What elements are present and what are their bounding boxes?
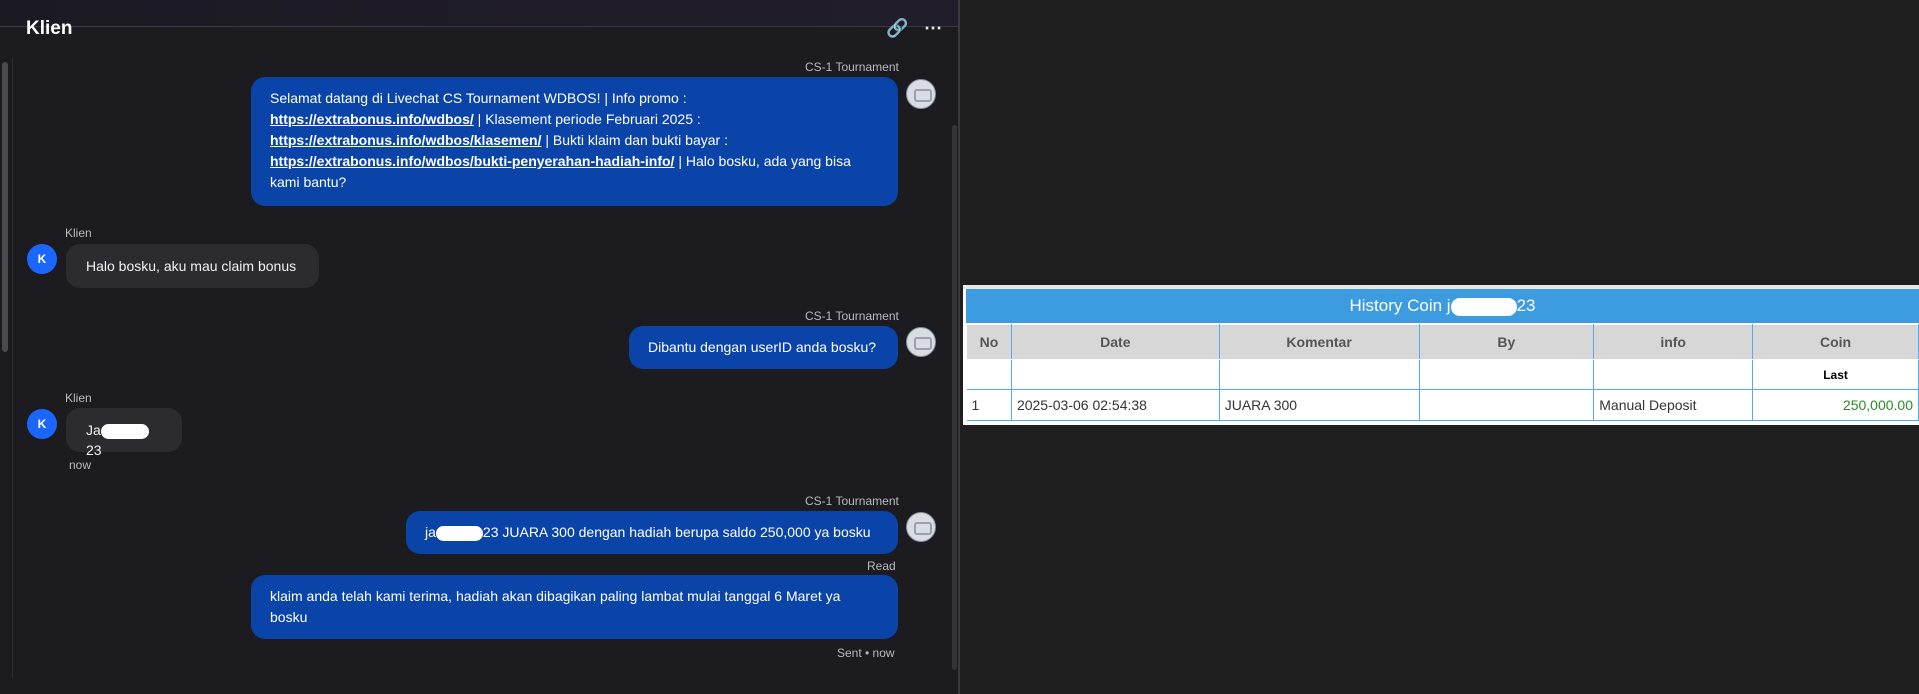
agent-message-bubble: ja 23 JUARA 300 dengan hadiah berupa sald… [406,511,898,554]
column-header-by[interactable]: By [1418,324,1595,360]
chat-title: Klien [26,18,73,39]
cell-no: 1 [966,389,1012,421]
agent-message-bubble: Selamat datang di Livechat CS Tournament… [251,77,898,206]
agent-avatar [906,327,936,357]
column-header-no[interactable]: No [966,324,1012,360]
redaction-mask [435,525,483,541]
klasemen-link[interactable]: https://extrabonus.info/wdbos/klasemen/ [270,132,541,148]
promo-link[interactable]: https://extrabonus.info/wdbos/ [270,111,474,127]
message-text: klaim anda telah kami terima, hadiah aka… [270,588,841,625]
redaction-mask [100,423,149,439]
message-text: Dibantu dengan userID anda bosku? [648,339,877,355]
history-coin-table: No Date Komentar By info Coin Last 1 202… [966,324,1919,421]
message-text: Ja [86,422,101,438]
more-icon[interactable]: ⋯ [924,18,943,39]
cell-komentar: JUARA 300 [1219,389,1420,421]
table-cell [1593,359,1754,390]
message-sender: CS-1 Tournament [805,309,899,323]
cell-date: 2025-03-06 02:54:38 [1011,389,1220,421]
cell-info: Manual Deposit [1593,389,1754,421]
bukti-link[interactable]: https://extrabonus.info/wdbos/bukti-peny… [270,153,674,169]
message-text: | Bukti klaim dan bukti bayar : [541,132,728,148]
table-cell [966,359,1012,390]
cell-by [1419,389,1595,421]
message-text: Halo bosku, aku mau claim bonus [86,258,297,274]
column-header-date[interactable]: Date [1010,324,1220,360]
column-header-komentar[interactable]: Komentar [1218,324,1420,360]
table-row: Last [966,359,1919,390]
redaction-mask [1450,297,1517,316]
message-text: 23 JUARA 300 dengan hadiah berupa saldo … [482,524,871,540]
cell-coin: 250,000.00 [1752,389,1919,421]
message-text: Selamat datang di Livechat CS Tournament… [270,90,687,106]
user-message-bubble: Ja 23 [66,408,182,458]
read-status: Read [867,559,896,573]
column-header-coin[interactable]: Coin [1752,324,1919,360]
message-sender: Klien [65,226,92,240]
message-text: ja [425,524,436,540]
history-title: History Coin j 23 [966,289,1919,323]
scrollbar[interactable] [2,62,8,352]
table-cell [1219,359,1420,390]
history-title-text: 23 [1516,296,1536,315]
table-cell [1011,359,1220,390]
scrollbar[interactable] [952,125,957,670]
message-text: | Klasement periode Februari 2025 : [473,111,701,127]
user-message-bubble: Halo bosku, aku mau claim bonus [66,244,319,288]
agent-message-bubble: klaim anda telah kami terima, hadiah aka… [251,575,898,639]
agent-avatar [906,512,936,542]
agent-avatar [906,79,936,109]
chat-top-bar [0,0,958,27]
table-header-row: No Date Komentar By info Coin [966,324,1919,360]
link-icon[interactable]: 🔗 [886,18,908,39]
message-text: 23 [86,442,102,458]
message-time: now [69,458,92,472]
message-sender: CS-1 Tournament [805,60,899,74]
history-title-text: History Coin j [1349,296,1451,315]
table-cell [1419,359,1595,390]
table-row: 1 2025-03-06 02:54:38 JUARA 300 Manual D… [966,389,1919,421]
agent-message-bubble: Dibantu dengan userID anda bosku? [629,326,898,369]
user-avatar: K [27,409,57,439]
message-sender: CS-1 Tournament [805,494,899,508]
column-header-info[interactable]: info [1593,324,1754,360]
history-coin-panel: History Coin j 23 No Date Komentar By inf… [963,285,1919,425]
message-sender: Klien [65,391,92,405]
user-avatar: K [27,244,57,274]
last-label: Last [1752,359,1919,390]
chat-panel: Klien 🔗 ⋯ CS-1 Tournament Selamat datang… [0,0,960,694]
sent-status: Sent • now [837,646,895,660]
